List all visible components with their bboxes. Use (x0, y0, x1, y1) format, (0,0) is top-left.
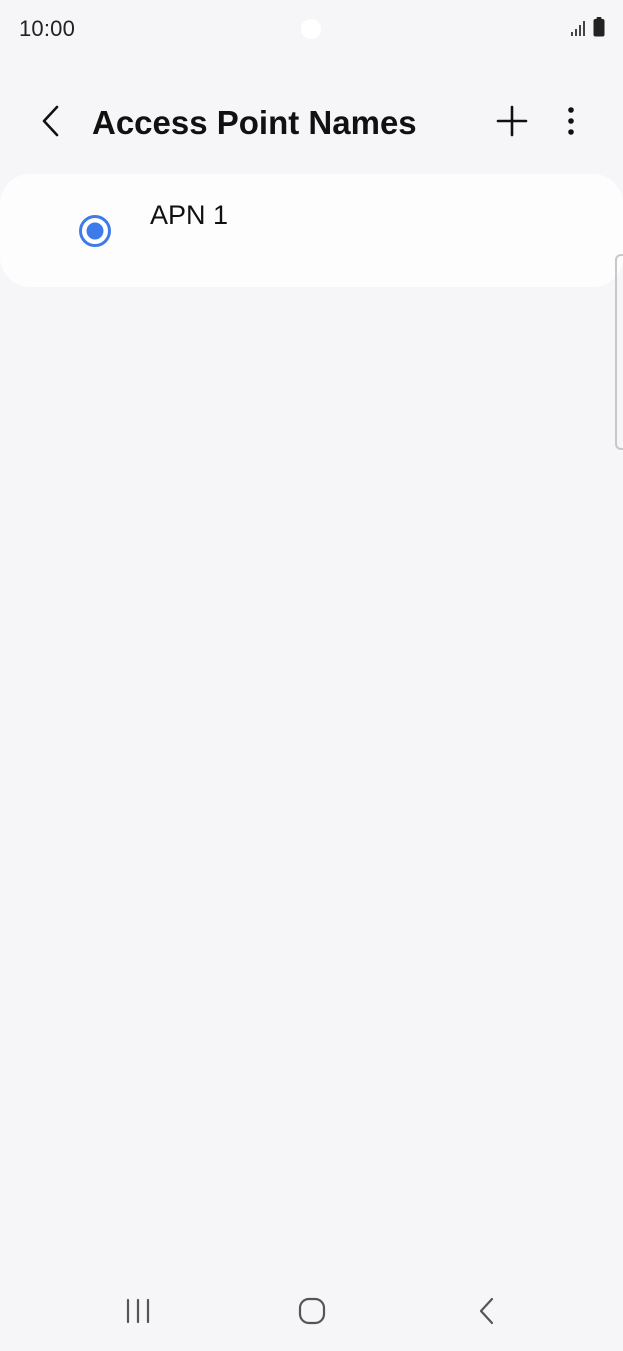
navigation-bar (0, 1278, 623, 1351)
radio-selected-icon[interactable] (78, 214, 112, 248)
more-vertical-icon (566, 106, 576, 141)
home-button[interactable] (282, 1288, 342, 1338)
back-icon (477, 1296, 497, 1331)
app-bar: Access Point Names (0, 90, 623, 156)
back-button[interactable] (26, 98, 76, 148)
home-icon (297, 1296, 327, 1331)
chevron-left-icon (40, 104, 62, 143)
status-bar: 10:00 (0, 0, 623, 58)
add-apn-button[interactable] (487, 98, 537, 148)
apn-list: APN 1 (0, 174, 623, 287)
recents-button[interactable] (108, 1288, 168, 1338)
recents-icon (124, 1298, 152, 1329)
page-title: Access Point Names (92, 104, 417, 141)
signal-icon (570, 19, 588, 37)
status-time: 10:00 (19, 16, 76, 41)
plus-icon (495, 104, 529, 143)
camera-cutout (301, 19, 321, 39)
status-icons (570, 17, 605, 37)
apn-name: APN 1 (150, 200, 229, 230)
scroll-indicator[interactable] (615, 254, 623, 450)
apn-item[interactable]: APN 1 (0, 174, 623, 287)
more-options-button[interactable] (546, 98, 596, 148)
battery-icon (593, 17, 605, 37)
back-nav-button[interactable] (457, 1288, 517, 1338)
